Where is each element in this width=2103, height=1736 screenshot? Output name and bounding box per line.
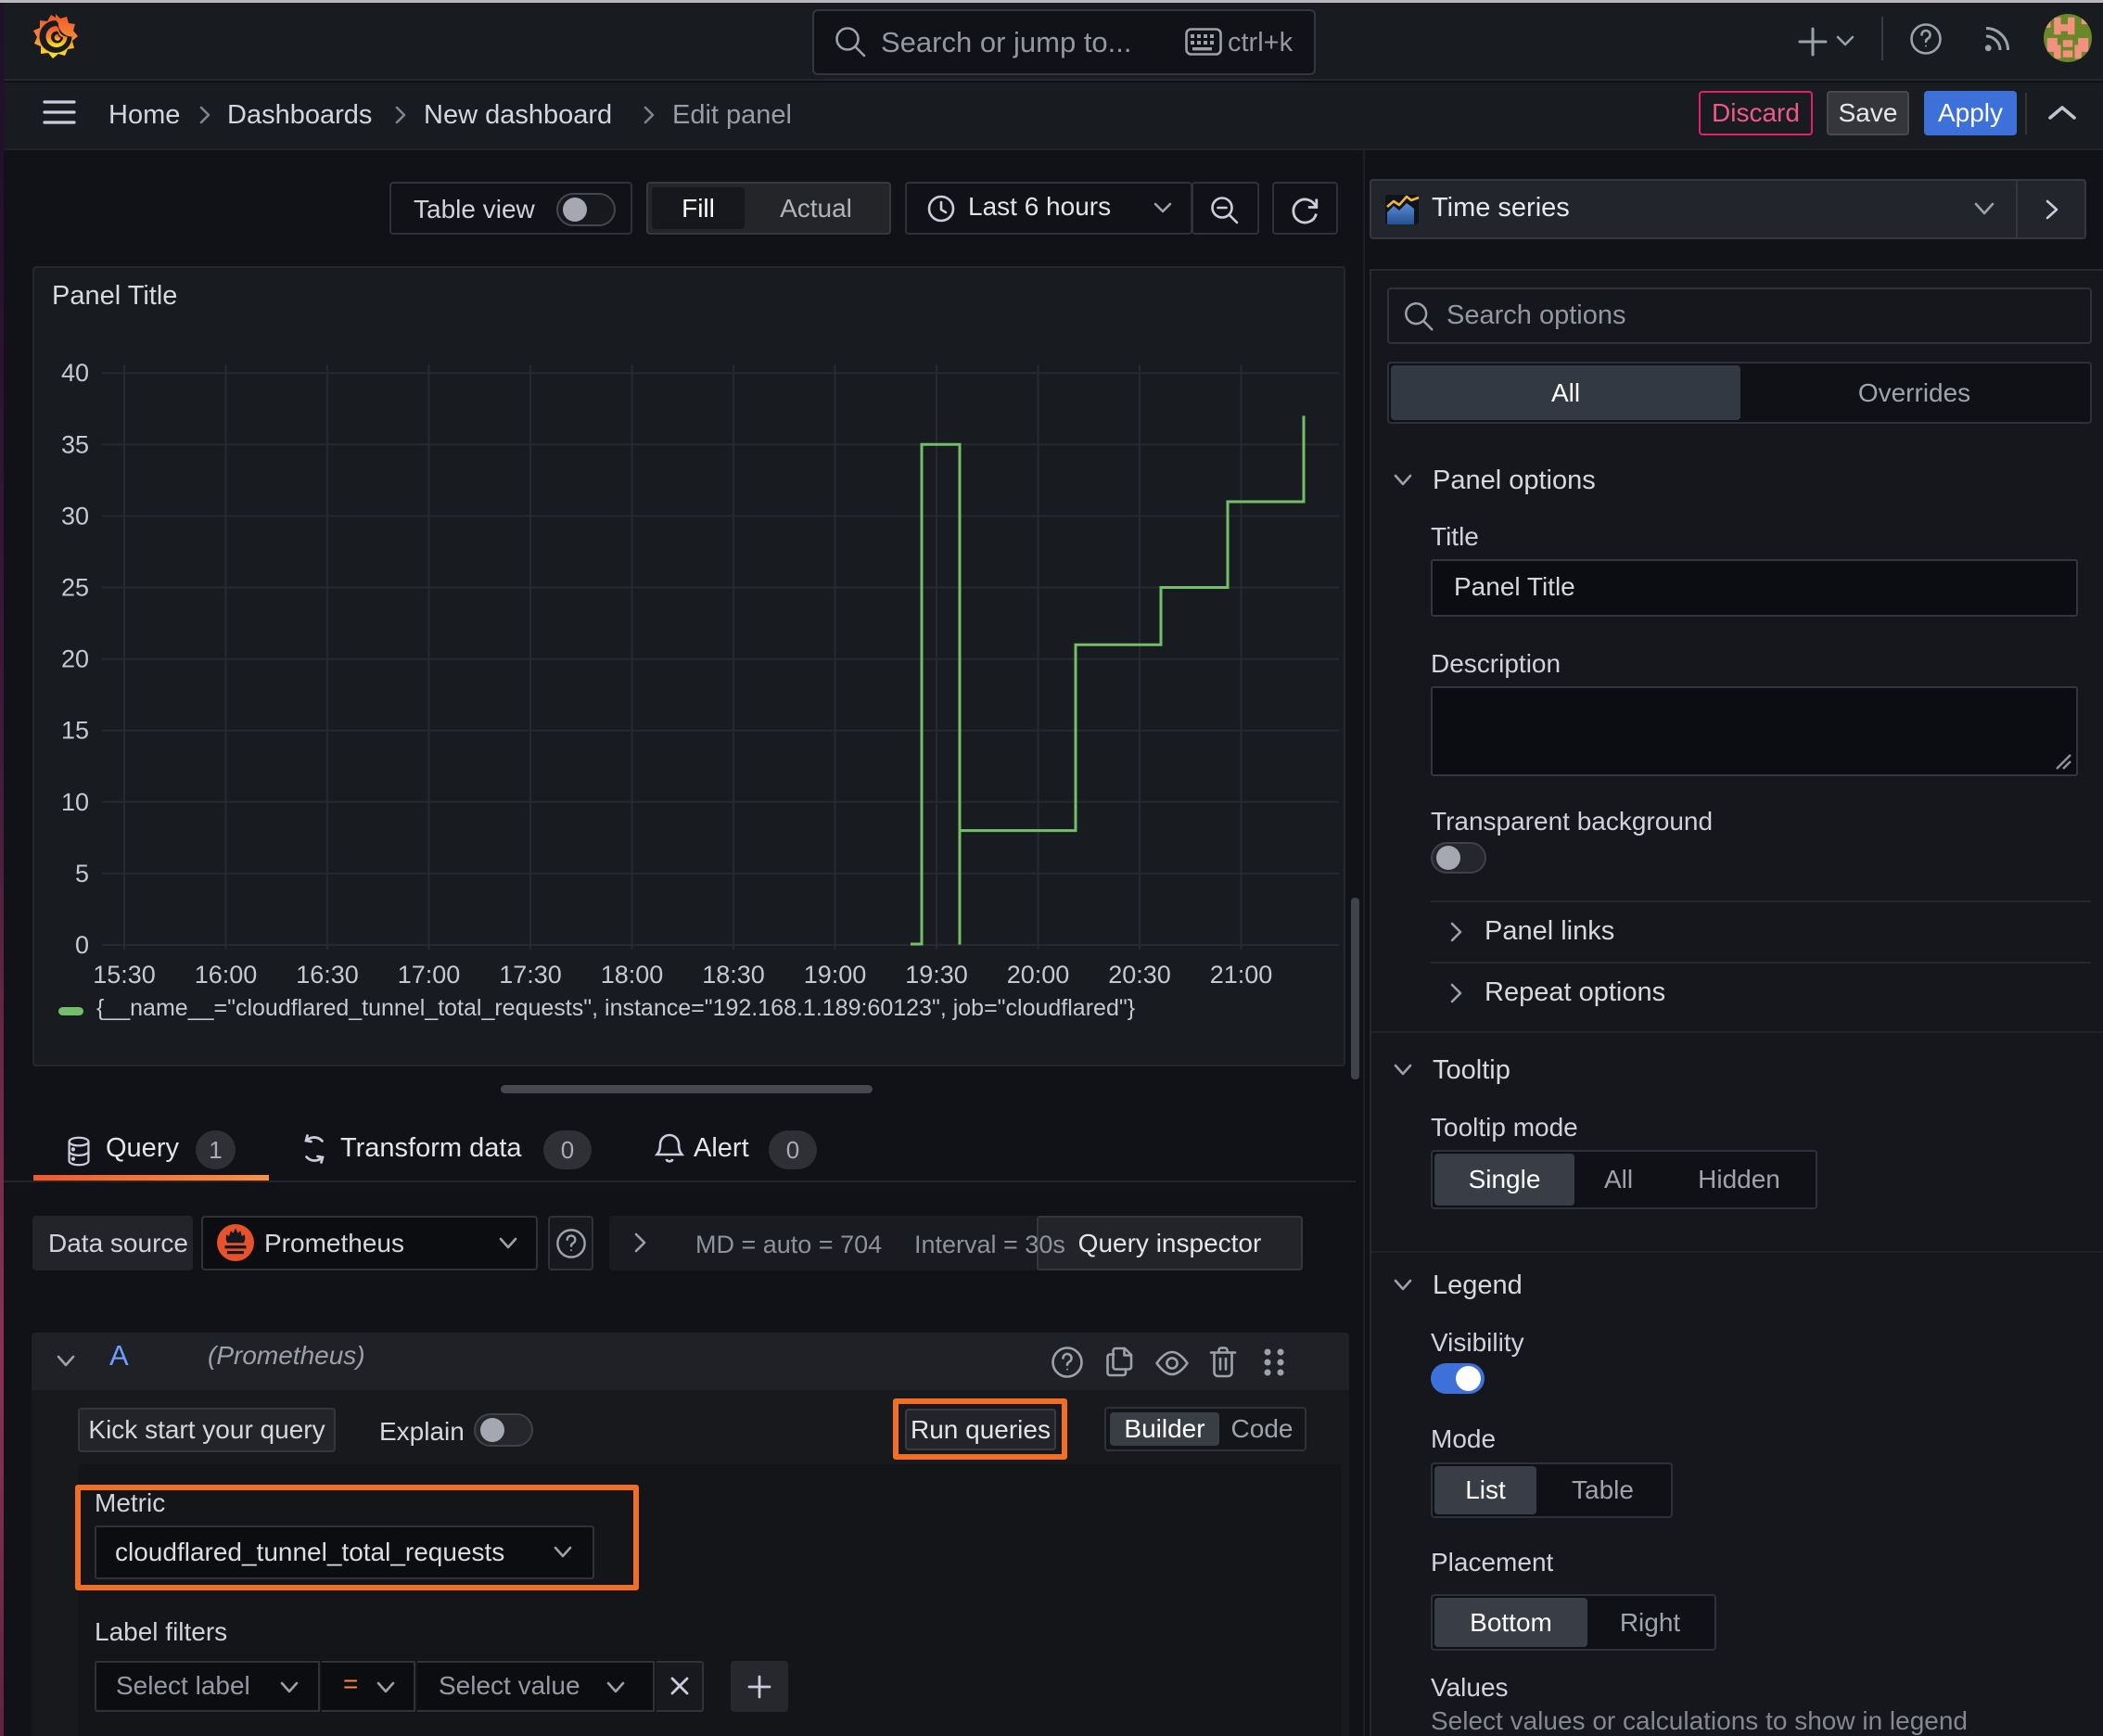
svg-text:15: 15 bbox=[61, 717, 89, 745]
svg-text:{__name__="cloudflared_tunnel_: {__name__="cloudflared_tunnel_total_requ… bbox=[96, 995, 1135, 1021]
svg-text:15:30: 15:30 bbox=[93, 961, 156, 989]
svg-text:0: 0 bbox=[75, 931, 89, 959]
svg-text:30: 30 bbox=[61, 502, 89, 530]
svg-text:19:30: 19:30 bbox=[905, 961, 968, 989]
svg-text:17:00: 17:00 bbox=[398, 961, 461, 989]
svg-text:21:00: 21:00 bbox=[1210, 961, 1273, 989]
svg-text:5: 5 bbox=[75, 860, 89, 887]
svg-text:20: 20 bbox=[61, 645, 89, 673]
svg-text:20:00: 20:00 bbox=[1007, 961, 1070, 989]
svg-text:17:30: 17:30 bbox=[499, 961, 562, 989]
svg-text:16:00: 16:00 bbox=[195, 961, 258, 989]
svg-text:25: 25 bbox=[61, 574, 89, 602]
svg-text:16:30: 16:30 bbox=[296, 961, 359, 989]
svg-text:20:30: 20:30 bbox=[1108, 961, 1171, 989]
svg-text:40: 40 bbox=[61, 359, 89, 387]
svg-text:18:30: 18:30 bbox=[702, 961, 765, 989]
svg-text:19:00: 19:00 bbox=[804, 961, 867, 989]
svg-text:35: 35 bbox=[61, 430, 89, 458]
svg-text:18:00: 18:00 bbox=[601, 961, 664, 989]
svg-text:10: 10 bbox=[61, 788, 89, 816]
